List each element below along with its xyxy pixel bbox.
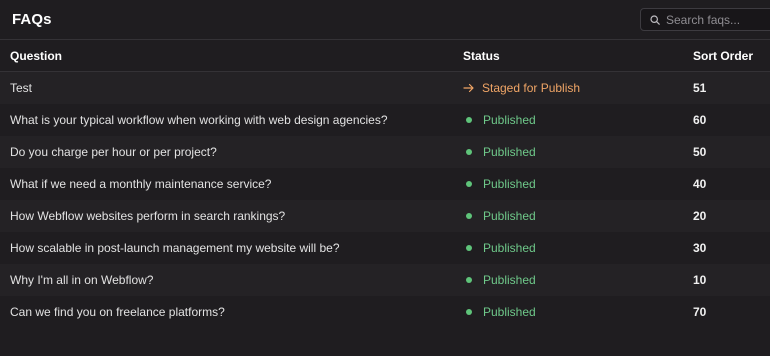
sort-order-cell: 60 [693, 113, 707, 127]
question-cell: What if we need a monthly maintenance se… [10, 177, 272, 191]
status-label: Staged for Publish [482, 81, 581, 95]
search-box[interactable] [640, 8, 770, 31]
table-row[interactable]: Test Staged for Publish 51 [0, 72, 770, 104]
search-icon [650, 14, 660, 25]
status-cell: Published [463, 113, 536, 127]
status-cell: Published [463, 145, 536, 159]
sort-order-cell: 40 [693, 177, 707, 191]
sort-order-cell: 70 [693, 305, 707, 319]
status-cell: Published [463, 241, 536, 255]
table-row[interactable]: What is your typical workflow when worki… [0, 104, 770, 136]
status-label: Published [483, 305, 536, 319]
column-header-question[interactable]: Question [10, 49, 62, 63]
table-header: Question Status Sort Order [0, 40, 770, 72]
sort-order-cell: 20 [693, 209, 707, 223]
question-cell: How scalable in post-launch management m… [10, 241, 340, 255]
published-dot-icon [466, 309, 472, 315]
status-label: Published [483, 209, 536, 223]
table-row[interactable]: How Webflow websites perform in search r… [0, 200, 770, 232]
status-cell: Published [463, 305, 536, 319]
arrow-right-icon [463, 83, 475, 93]
search-input[interactable] [666, 12, 766, 27]
status-label: Published [483, 241, 536, 255]
published-dot-icon [466, 149, 472, 155]
question-cell: Test [10, 81, 33, 95]
table-body: Test Staged for Publish 51 What is your … [0, 72, 770, 328]
table-row[interactable]: Do you charge per hour or per project? P… [0, 136, 770, 168]
table-row[interactable]: Can we find you on freelance platforms? … [0, 296, 770, 328]
status-cell: Staged for Publish [463, 81, 580, 95]
sort-order-cell: 10 [693, 273, 707, 287]
status-label: Published [483, 145, 536, 159]
status-cell: Published [463, 177, 536, 191]
status-cell: Published [463, 273, 536, 287]
published-dot-icon [466, 117, 472, 123]
sort-order-cell: 50 [693, 145, 707, 159]
status-label: Published [483, 273, 536, 287]
published-dot-icon [466, 277, 472, 283]
sort-order-cell: 30 [693, 241, 707, 255]
question-cell: What is your typical workflow when worki… [10, 113, 388, 127]
sort-order-cell: 51 [693, 81, 707, 95]
question-cell: Do you charge per hour or per project? [10, 145, 217, 159]
faqs-panel: FAQs Question Status Sort Order Test Sta… [0, 0, 770, 356]
status-label: Published [483, 113, 536, 127]
status-cell: Published [463, 209, 536, 223]
page-title: FAQs [12, 11, 52, 28]
table-row[interactable]: Why I'm all in on Webflow? Published 10 [0, 264, 770, 296]
question-cell: How Webflow websites perform in search r… [10, 209, 286, 223]
published-dot-icon [466, 213, 472, 219]
question-cell: Why I'm all in on Webflow? [10, 273, 154, 287]
published-dot-icon [466, 181, 472, 187]
published-dot-icon [466, 245, 472, 251]
status-label: Published [483, 177, 536, 191]
question-cell: Can we find you on freelance platforms? [10, 305, 225, 319]
table-row[interactable]: How scalable in post-launch management m… [0, 232, 770, 264]
column-header-sort-order[interactable]: Sort Order [693, 49, 753, 63]
table-row[interactable]: What if we need a monthly maintenance se… [0, 168, 770, 200]
column-header-status[interactable]: Status [463, 49, 500, 63]
